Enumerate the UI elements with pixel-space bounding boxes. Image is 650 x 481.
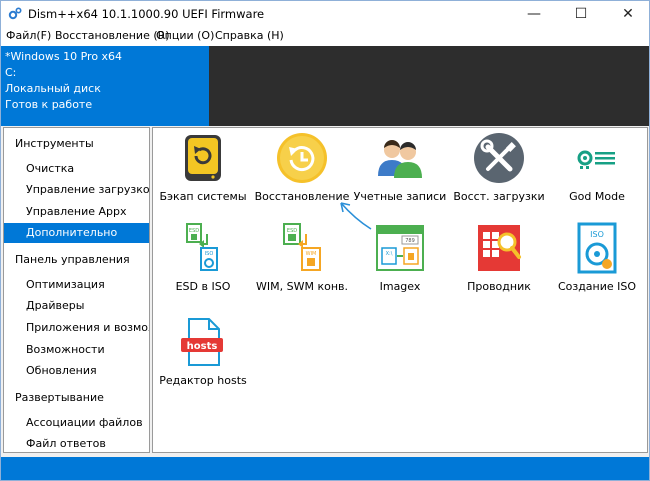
tool-esd-to-iso[interactable]: ESD ISO ESD в ISO [153,222,253,312]
status-text: Готов к работе [5,98,93,111]
menu-bar: Файл(F) Восстановление (R) Опции (O) Спр… [1,28,649,46]
restore-clock-icon [277,133,327,183]
sidebar-item-answer-file[interactable]: Файл ответов [4,434,149,452]
svg-text:789: 789 [405,238,415,244]
tool-system-backup[interactable]: Бэкап системы [153,132,253,222]
maximize-button[interactable]: ☐ [560,1,602,28]
menu-help[interactable]: Справка (H) [215,29,284,42]
wim-convert-icon: ESD WIM [283,223,321,271]
sidebar-section-tools[interactable]: Инструменты [15,137,94,150]
os-name: *Windows 10 Pro x64 [5,50,123,63]
window-title: Dism++x64 10.1.1000.90 UEFI Firmware [28,7,265,21]
menu-file[interactable]: Файл(F) [6,29,51,42]
god-mode-icon [577,150,615,169]
tool-label: Бэкап системы [159,190,247,203]
tool-create-iso[interactable]: ISO Создание ISO [547,222,647,312]
sidebar-item-appx[interactable]: Управление Appx [4,202,149,222]
sidebar-item-file-associations[interactable]: Ассоциации файлов [4,413,149,433]
title-bar: Dism++x64 10.1.1000.90 UEFI Firmware — ☐… [1,1,649,28]
annotation-arrow-icon [340,202,372,230]
sidebar-item-advanced[interactable]: Дополнительно [4,223,149,243]
tool-label: ESD в ISO [175,280,231,293]
sidebar-item-apps[interactable]: Приложения и возможнос [4,318,149,338]
drive-letter: C: [5,66,17,79]
disk-type: Локальный диск [5,82,101,95]
tool-label: Создание ISO [557,280,637,293]
sidebar-item-features[interactable]: Возможности [4,340,149,360]
imagex-icon: 789 X:\ [376,225,424,271]
tool-label: WIM, SWM конв. [256,280,348,293]
tool-hosts-editor[interactable]: hosts Редактор hosts [153,316,253,406]
tool-explorer[interactable]: Проводник [449,222,549,312]
hosts-editor-icon: hosts [181,318,223,366]
close-button[interactable]: ✕ [607,1,649,28]
sidebar-item-drivers[interactable]: Драйверы [4,296,149,316]
svg-text:ESD: ESD [287,228,297,234]
sidebar-item-optimization[interactable]: Оптимизация [4,275,149,295]
minimize-button[interactable]: — [513,1,555,28]
repair-tools-icon [474,133,524,183]
sidebar-item-cleanup[interactable]: Очистка [4,159,149,179]
gear-app-icon [8,7,22,20]
tool-label: Восст. загрузки [453,190,545,203]
sidebar-section-control-panel[interactable]: Панель управления [15,253,130,266]
tool-wim-swm-convert[interactable]: ESD WIM WIM, SWM конв. [252,222,352,312]
sidebar-item-updates[interactable]: Обновления [4,361,149,381]
esd-to-iso-icon: ESD ISO [186,223,218,271]
backup-drive-icon [185,135,221,181]
explorer-icon [478,225,521,271]
sidebar-section-deployment[interactable]: Развертывание [15,391,104,404]
sidebar-item-boot-management[interactable]: Управление загрузкой [4,180,149,200]
tool-imagex[interactable]: 789 X:\ Imagex [350,222,450,312]
tool-boot-repair[interactable]: Восст. загрузки [449,132,549,222]
tool-god-mode[interactable]: God Mode [547,132,647,222]
status-bar [1,457,649,480]
tool-label: Редактор hosts [159,374,247,387]
app-window: Dism++x64 10.1.1000.90 UEFI Firmware — ☐… [0,0,650,481]
tool-label: God Mode [569,190,625,203]
svg-text:X:\: X:\ [386,251,393,257]
tool-label: Проводник [467,280,531,293]
svg-text:ISO: ISO [590,230,604,239]
svg-text:WIM: WIM [306,251,317,257]
users-icon [378,140,422,178]
menu-options[interactable]: Опции (O) [156,29,214,42]
sidebar: Инструменты Очистка Управление загрузкой… [3,127,150,453]
create-iso-icon: ISO [577,222,617,274]
tools-panel: Бэкап системы Восстановление Учетные зап… [152,127,648,453]
svg-text:ESD: ESD [189,228,199,234]
system-info-panel[interactable]: *Windows 10 Pro x64 C: Локальный диск Го… [1,46,209,126]
tool-label: Imagex [379,280,421,293]
menu-restore[interactable]: Восстановление (R) [55,29,170,42]
session-list-area [209,46,649,126]
svg-text:ISO: ISO [205,251,214,257]
svg-text:hosts: hosts [187,341,218,352]
